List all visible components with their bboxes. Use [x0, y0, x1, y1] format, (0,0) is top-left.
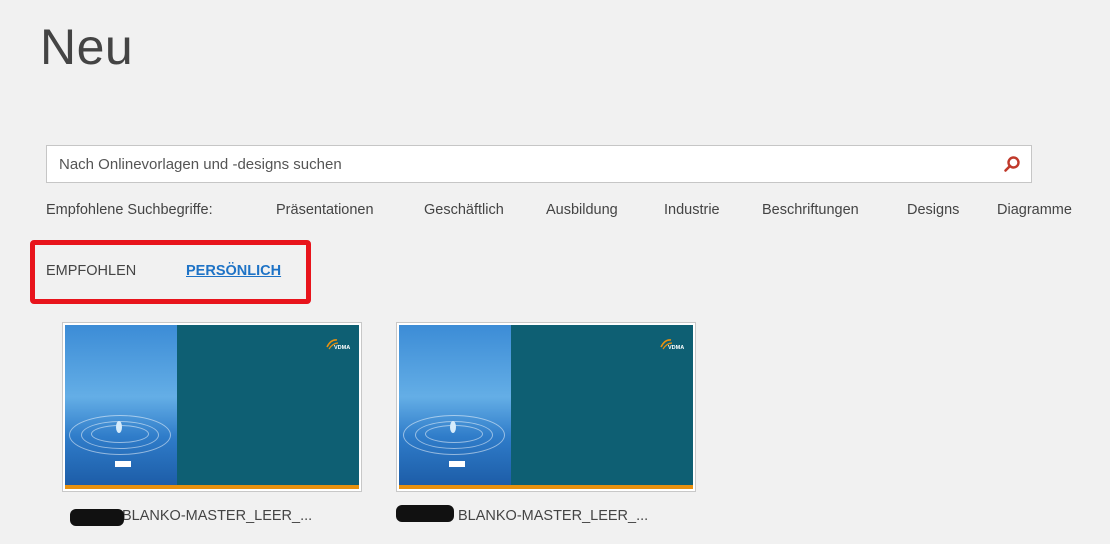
- suggestion-geschaeftlich[interactable]: Geschäftlich: [424, 202, 504, 218]
- suggestion-diagramme[interactable]: Diagramme: [997, 202, 1072, 218]
- page-title: Neu: [40, 19, 134, 75]
- suggestion-beschriftungen[interactable]: Beschriftungen: [762, 202, 859, 218]
- search-button[interactable]: [993, 146, 1031, 182]
- water-image: [65, 325, 177, 485]
- tab-empfohlen[interactable]: EMPFOHLEN: [46, 263, 136, 279]
- water-image: [399, 325, 511, 485]
- slide-preview: VDMA: [399, 325, 693, 489]
- suggestion-designs[interactable]: Designs: [907, 202, 959, 218]
- template-thumbnail[interactable]: VDMA: [62, 322, 362, 492]
- slide-preview: VDMA: [65, 325, 359, 489]
- template-thumbnail[interactable]: VDMA: [396, 322, 696, 492]
- suggestion-praesentationen[interactable]: Präsentationen: [276, 202, 374, 218]
- suggestion-ausbildung[interactable]: Ausbildung: [546, 202, 618, 218]
- redaction-mark: [70, 509, 124, 526]
- vdma-logo-icon: VDMA: [326, 339, 350, 351]
- search-icon: [1004, 156, 1020, 172]
- tab-persoenlich[interactable]: PERSÖNLICH: [186, 263, 281, 279]
- slide-footer-bar: [65, 485, 359, 489]
- svg-text:VDMA: VDMA: [334, 345, 350, 351]
- suggestion-industrie[interactable]: Industrie: [664, 202, 720, 218]
- svg-text:VDMA: VDMA: [668, 345, 684, 351]
- template-search-box[interactable]: [46, 145, 1032, 183]
- slide-footer-bar: [399, 485, 693, 489]
- suggested-searches-label: Empfohlene Suchbegriffe:: [46, 202, 213, 218]
- backstage-new-panel: Neu Empfohlene Suchbegriffe: Präsentatio…: [0, 0, 1110, 544]
- redaction-mark: [396, 505, 454, 522]
- vdma-logo-icon: VDMA: [660, 339, 684, 351]
- template-search-input[interactable]: [47, 146, 987, 182]
